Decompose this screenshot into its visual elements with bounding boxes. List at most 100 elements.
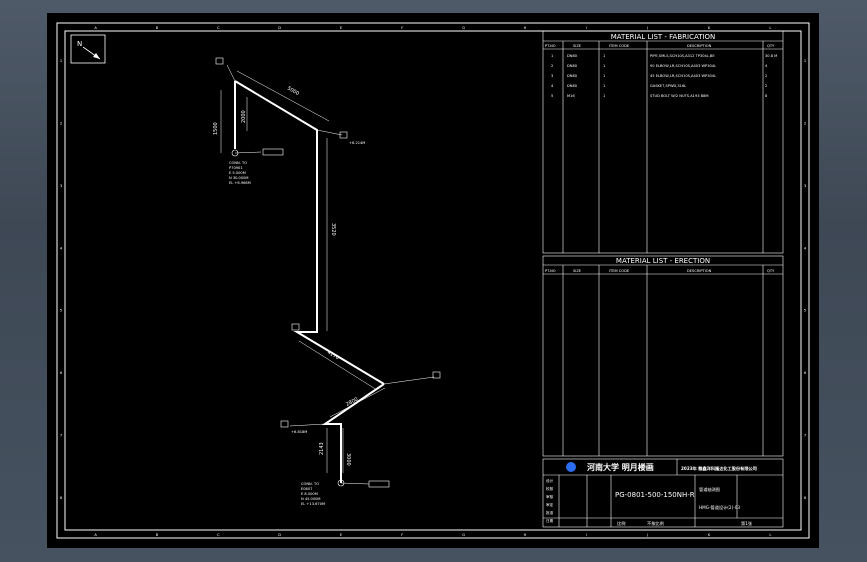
role-label: 审定 [546,502,554,507]
row-number-right: 5 [804,309,806,313]
row-number-right: 2 [804,122,806,126]
fab-cell-pt: 3 [551,74,553,78]
fab-cell-code: 1 [603,84,605,88]
fabrication-row: 4 DN80 1 GASKET,SPWD,316L 2 [551,84,767,88]
isometric-pipe [220,64,435,485]
fab-cell-code: 1 [603,54,605,58]
label-not-to-scale: 不按比例 [647,520,664,527]
col-letter-top: B [156,26,159,30]
row-number-left: 1 [60,59,62,63]
fab-cell-pt: 4 [551,84,554,88]
fab-cell-desc: GASKET,SPWD,316L [650,84,686,88]
col-letter-bottom: A [94,533,97,537]
conn-upper-5: EL +6.966M [229,181,251,185]
col-letter-bottom: E [340,533,343,537]
signature-roles: 设计校核审核审定批准日期 [546,478,554,523]
erection-table [542,255,784,457]
col-letter-top: C [217,26,220,30]
fab-cell-qty: 8 [765,94,768,98]
col-letter-top: G [462,26,465,30]
fab-h-pt: PT.NO [545,44,556,48]
row-number-left: 7 [60,433,62,437]
fab-cell-code: 1 [603,94,605,98]
drawing-sheet: A A B B C C D D E E F F G G H H I I J J K K L L 1 1 2 2 3 3 4 4 5 5 6 6 7 7 8… [47,13,819,548]
fab-cell-size: DN80 [567,54,578,58]
dim-low1: 2143 [319,442,325,455]
col-letter-top: D [278,26,281,30]
row-number-right: 7 [804,433,806,437]
col-letter-top: F [401,26,403,30]
role-label: 设计 [546,478,554,483]
role-label: 日期 [546,518,554,523]
label-sheet-no: 第1张 [741,520,753,527]
erection-title: MATERIAL LIST - ERECTION [616,257,710,265]
ere-h-desc: DESCRIPTION [687,269,712,273]
drawing-number: PG-0801-500-150NH-R [615,491,695,499]
dim-low2: 3000 [345,453,351,466]
drawing-name: 管道轴测图 [699,486,720,493]
dim-top: 5000 [286,86,300,98]
elev-top: +6.214M [349,141,365,145]
fab-h-code: ITEM CODE [609,44,630,48]
fab-cell-desc: PIPE,SMLS,SCH10S,A312 TP304L,BE [650,54,715,58]
fab-cell-pt: 5 [551,94,553,98]
row-number-left: 8 [60,496,63,500]
fab-cell-pt: 2 [551,64,553,68]
col-letter-top: E [340,26,343,30]
col-letter-bottom: J [646,533,648,537]
university-logo [566,462,576,472]
row-number-right: 4 [804,246,807,250]
col-letter-bottom: H [524,533,527,537]
col-letter-top: A [94,26,97,30]
inner-border [64,30,802,531]
fabrication-row: 2 DN80 1 90 ELBOW,LR,SCH10S,A403 WP304L 4 [551,64,768,68]
row-number-left: 4 [60,246,63,250]
col-letter-bottom: L [769,533,771,537]
col-letter-top: H [524,26,527,30]
row-number-right: 3 [804,184,806,188]
fab-cell-pt: 1 [551,54,553,58]
fab-h-qty: QTY [767,44,775,48]
company-name: 2023年 赣鑫洋科隆达化工股份有限公司 [681,465,757,472]
fab-cell-desc: 90 ELBOW,LR,SCH10S,A403 WP304L [650,64,716,68]
row-number-right: 6 [804,371,807,375]
fab-cell-code: 1 [603,64,605,68]
fab-cell-qty: 2 [765,84,767,88]
ere-h-size: SIZE [573,269,582,273]
fabrication-row: 5 M16 1 STUD BOLT W/2 NUTS,A193 B8M 8 [551,94,768,98]
label-scale: 比例 [617,520,625,527]
role-label: 校核 [546,486,554,491]
col-letter-bottom: G [462,533,465,537]
ere-h-code: ITEM CODE [609,269,630,273]
fab-cell-desc: STUD BOLT W/2 NUTS,A193 B8M [650,94,709,98]
fab-cell-size: M16 [567,94,575,98]
fabrication-row: 1 DN80 1 PIPE,SMLS,SCH10S,A312 TP304L,BE 30.… [551,54,777,58]
conn-upper-3: E 5.000M [229,171,246,175]
col-letter-bottom: B [156,533,159,537]
north-arrow: N [70,34,106,64]
conn-lower-4: N 45.000M [301,497,321,501]
conn-upper-2: P70901 [229,166,243,170]
conn-upper-1: CONN. TO [229,161,247,165]
fab-cell-size: DN80 [567,84,578,88]
col-letter-top: I [586,26,587,30]
dim-vert: 2000 [241,110,247,123]
project-ref: HMG-管道设计(2)-03 [699,504,740,511]
north-label: N [77,40,82,48]
fab-cell-qty: 2 [765,74,767,78]
conn-lower-2: E0807 [301,487,312,491]
row-number-right: 1 [804,59,806,63]
row-number-left: 5 [60,309,62,313]
row-number-left: 2 [60,122,62,126]
conn-lower-5: EL +13.670M [301,502,325,506]
fabrication-row: 3 DN80 1 45 ELBOW,LR,SCH10S,A403 WP304L 2 [551,74,767,78]
dim-diag1: 4170 [326,350,340,362]
cad-viewport[interactable]: A A B B C C D D E E F F G G H H I I J J K K L L 1 1 2 2 3 3 4 4 5 5 6 6 7 7 8… [0,0,867,562]
conn-lower-3: E 8.000M [301,492,318,496]
row-number-right: 8 [804,496,807,500]
fab-cell-size: DN80 [567,64,578,68]
row-number-left: 6 [60,371,63,375]
col-letter-bottom: C [217,533,220,537]
fab-cell-qty: 4 [765,64,768,68]
fab-h-size: SIZE [573,44,582,48]
